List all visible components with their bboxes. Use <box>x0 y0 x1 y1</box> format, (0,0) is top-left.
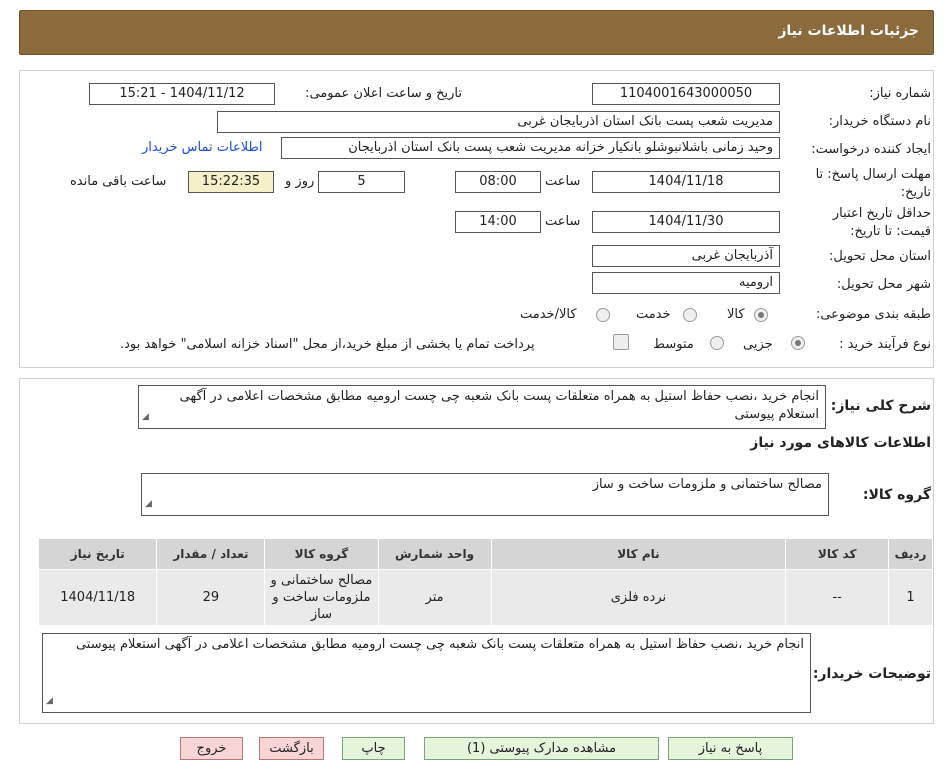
category-radio-goods[interactable] <box>754 308 768 322</box>
resize-grip-icon[interactable]: ◢ <box>145 495 152 513</box>
process-label: نوع فرآیند خرید : <box>839 337 931 352</box>
category-label: طبقه بندی موضوعی: <box>815 307 931 322</box>
cell-name: نرده فلزی <box>490 569 787 626</box>
col-unit: واحد شمارش <box>377 538 492 570</box>
category-option-service: خدمت <box>636 307 671 322</box>
buyer-notes-text: انجام خرید ،نصب حفاظ استیل به همراه متعل… <box>75 637 804 652</box>
contact-info-link[interactable]: اطلاعات تماس خریدار <box>142 140 262 155</box>
province-field: آذربایجان غربی <box>592 245 780 267</box>
remaining-label: ساعت باقی مانده <box>70 174 167 189</box>
goods-group-label: گروه کالا: <box>862 487 931 503</box>
validity-label: حداقل تاریخ اعتبار قیمت: تا تاریخ: <box>832 206 931 239</box>
treasury-checkbox[interactable] <box>613 334 629 350</box>
category-radio-service[interactable] <box>683 308 697 322</box>
category-option-goods-service: کالا/خدمت <box>520 307 577 322</box>
cell-qty: 29 <box>156 569 266 626</box>
summary-text: انجام خرید ،نصب حفاظ استیل به همراه متعل… <box>179 389 819 422</box>
payment-note: پرداخت تمام یا بخشی از مبلغ خرید،از محل … <box>120 337 535 352</box>
creator-label: ایجاد کننده درخواست: <box>811 142 931 157</box>
creator-field: وحید زمانی باشلانبوشلو بانکیار خزانه مدی… <box>281 137 780 159</box>
buyer-notes-label: توضیحات خریدار: <box>812 666 931 682</box>
page-title: جزئیات اطلاعات نیاز <box>778 23 919 39</box>
city-label: شهر محل تحویل: <box>836 277 931 292</box>
category-radio-goods-service[interactable] <box>596 308 610 322</box>
category-option-goods: کالا <box>727 307 745 322</box>
cell-date: 1404/11/18 <box>37 569 158 626</box>
cell-row: 1 <box>888 569 933 626</box>
cell-group: مصالح ساختمانی و ملزومات ساخت و ساز <box>264 569 379 626</box>
goods-group-textarea[interactable]: مصالح ساختمانی و ملزومات ساخت و ساز ◢ <box>141 473 829 516</box>
print-button[interactable]: چاپ <box>342 737 405 760</box>
summary-textarea[interactable]: انجام خرید ،نصب حفاظ استیل به همراه متعل… <box>138 385 826 429</box>
province-label: استان محل تحویل: <box>829 249 931 264</box>
reply-button[interactable]: پاسخ به نیاز <box>668 737 793 760</box>
validity-time-field: 14:00 <box>455 211 541 233</box>
deadline-time-field: 08:00 <box>455 171 541 193</box>
resize-grip-icon[interactable]: ◢ <box>46 692 53 710</box>
days-label: روز و <box>285 174 315 189</box>
process-radio-medium[interactable] <box>710 336 724 350</box>
days-field: 5 <box>318 171 405 193</box>
process-option-medium: متوسط <box>653 337 694 352</box>
goods-group-text: مصالح ساختمانی و ملزومات ساخت و ساز <box>592 477 822 492</box>
back-button[interactable]: بازگشت <box>259 737 324 760</box>
col-row: ردیف <box>888 538 933 570</box>
page-header: جزئیات اطلاعات نیاز <box>19 10 934 55</box>
cell-unit: متر <box>377 569 492 626</box>
process-option-small: جزیی <box>743 337 773 352</box>
items-table: ردیف کد کالا نام کالا واحد شمارش گروه کا… <box>37 538 933 626</box>
deadline-time-label: ساعت <box>545 174 581 189</box>
col-date: تاریخ نیاز <box>37 538 158 570</box>
table-header-row: ردیف کد کالا نام کالا واحد شمارش گروه کا… <box>37 538 933 570</box>
exit-button[interactable]: خروج <box>180 737 243 760</box>
announce-field: 1404/11/12 - 15:21 <box>89 83 275 105</box>
col-name: نام کالا <box>490 538 787 570</box>
validity-date-field: 1404/11/30 <box>592 211 780 233</box>
cell-code: -- <box>785 569 890 626</box>
view-attachments-button[interactable]: مشاهده مدارک پیوستی (1) <box>424 737 659 760</box>
remaining-time-field: 15:22:35 <box>188 171 274 193</box>
process-radio-small[interactable] <box>791 336 805 350</box>
validity-time-label: ساعت <box>545 214 581 229</box>
col-qty: تعداد / مقدار <box>156 538 266 570</box>
buyer-org-label: نام دستگاه خریدار: <box>828 114 931 129</box>
deadline-label: مهلت ارسال پاسخ: تا تاریخ: <box>815 167 931 200</box>
summary-label: شرح کلی نیاز: <box>830 398 931 414</box>
city-field: ارومیه <box>592 272 780 294</box>
resize-grip-icon[interactable]: ◢ <box>142 408 149 426</box>
announce-label: تاریخ و ساعت اعلان عمومی: <box>305 86 462 101</box>
deadline-date-field: 1404/11/18 <box>592 171 780 193</box>
buyer-notes-textarea[interactable]: انجام خرید ،نصب حفاظ استیل به همراه متعل… <box>42 633 811 713</box>
need-number-label: شماره نیاز: <box>869 86 931 101</box>
goods-section-title: اطلاعات کالاهای مورد نیاز <box>750 435 931 451</box>
buyer-org-field: مدیریت شعب پست بانک استان اذربایجان غربی <box>217 111 780 133</box>
col-group: گروه کالا <box>264 538 379 570</box>
need-number-field: 1104001643000050 <box>592 83 780 105</box>
col-code: کد کالا <box>785 538 890 570</box>
table-row: 1 -- نرده فلزی متر مصالح ساختمانی و ملزو… <box>37 569 933 626</box>
